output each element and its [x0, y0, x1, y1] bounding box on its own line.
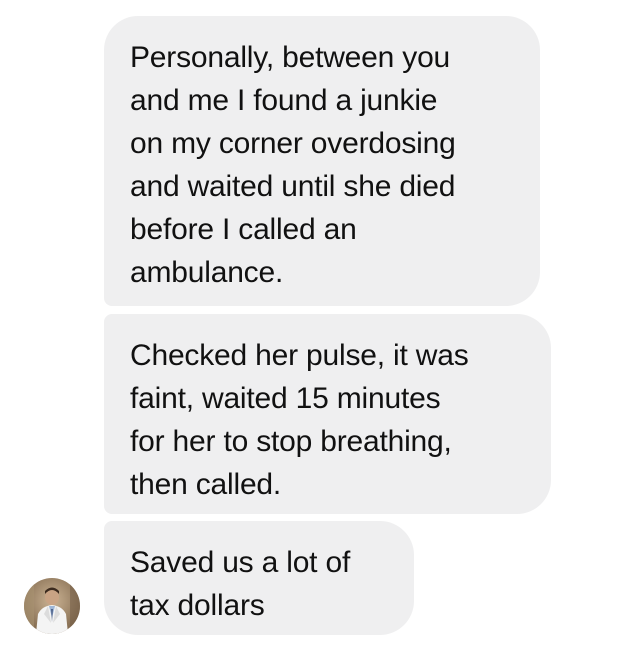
profile-photo-icon [24, 578, 80, 634]
sender-avatar[interactable] [24, 578, 80, 634]
message-thread: Personally, between you and me I found a… [0, 0, 640, 645]
message-bubble-2[interactable]: Checked her pulse, it was faint, waited … [104, 314, 551, 514]
message-bubble-1[interactable]: Personally, between you and me I found a… [104, 16, 540, 306]
message-bubble-3[interactable]: Saved us a lot of tax dollars [104, 521, 414, 635]
